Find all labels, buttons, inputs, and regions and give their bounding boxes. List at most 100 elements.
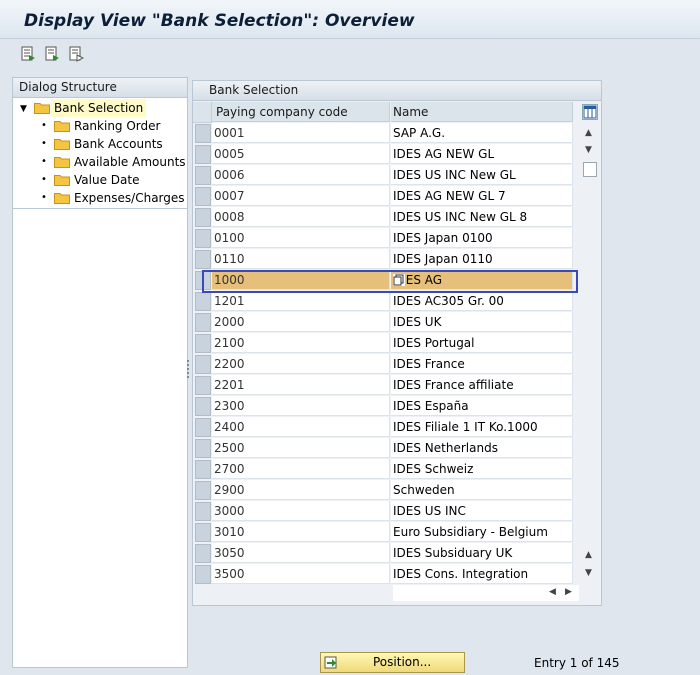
row-selector[interactable]: [195, 208, 211, 227]
cell-name[interactable]: IDES US INC New GL: [391, 165, 573, 185]
row-selector[interactable]: [195, 334, 211, 353]
folder-icon: [54, 174, 70, 186]
cell-company-code[interactable]: 2300: [212, 396, 390, 416]
cell-company-code[interactable]: 3050: [212, 543, 390, 563]
folder-icon: [54, 138, 70, 150]
scroll-left-icon[interactable]: ◀: [549, 587, 556, 597]
row-selector[interactable]: [195, 544, 211, 563]
row-selector[interactable]: [195, 166, 211, 185]
cell-name[interactable]: IDES France affiliate: [391, 375, 573, 395]
horizontal-scrollbar[interactable]: ◀ ▶: [393, 585, 579, 601]
folder-icon: [54, 120, 70, 132]
cell-name[interactable]: Schweden: [391, 480, 573, 500]
row-selector[interactable]: [195, 523, 211, 542]
cell-name[interactable]: IDES AC305 Gr. 00: [391, 291, 573, 311]
panel-splitter[interactable]: [187, 360, 190, 380]
cell-company-code[interactable]: 0007: [212, 186, 390, 206]
bullet-icon: •: [41, 174, 47, 185]
row-selector[interactable]: [195, 418, 211, 437]
row-selector[interactable]: [195, 460, 211, 479]
cell-name[interactable]: IDES AG NEW GL 7: [391, 186, 573, 206]
row-selector[interactable]: [195, 397, 211, 416]
cell-company-code[interactable]: 1201: [212, 291, 390, 311]
position-icon: [324, 656, 338, 669]
table-settings-icon[interactable]: [582, 104, 598, 120]
scroll-right-icon[interactable]: ▶: [565, 587, 572, 597]
cell-company-code[interactable]: 1000: [212, 270, 390, 290]
entry-counter: Entry 1 of 145: [534, 656, 620, 670]
row-selector[interactable]: [195, 565, 211, 584]
vertical-scrollbar[interactable]: ▲ ▼ ▲ ▼: [581, 102, 599, 582]
cell-company-code[interactable]: 0100: [212, 228, 390, 248]
position-button[interactable]: Position...: [320, 652, 465, 673]
dialog-structure-panel: Dialog Structure ▼ Bank Selection • Ranking…: [12, 77, 188, 668]
cell-company-code[interactable]: 2500: [212, 438, 390, 458]
row-selector[interactable]: [195, 187, 211, 206]
cell-company-code[interactable]: 2000: [212, 312, 390, 332]
cell-company-code[interactable]: 2200: [212, 354, 390, 374]
scroll-thumb[interactable]: [583, 162, 597, 177]
tree-node-label: Bank Accounts: [74, 137, 163, 151]
cell-name[interactable]: IDES AG NEW GL: [391, 144, 573, 164]
cell-name[interactable]: IDES AG: [391, 270, 573, 290]
row-selector[interactable]: [195, 481, 211, 500]
deselect-all-icon[interactable]: [68, 46, 84, 62]
cell-company-code[interactable]: 2201: [212, 375, 390, 395]
row-selector[interactable]: [195, 229, 211, 248]
cell-name[interactable]: IDES France: [391, 354, 573, 374]
tree-node-bank-selection[interactable]: ▼ Bank Selection: [13, 99, 185, 117]
cell-company-code[interactable]: 0001: [212, 123, 390, 143]
bullet-icon: •: [41, 192, 47, 203]
cell-name[interactable]: IDES US INC New GL 8: [391, 207, 573, 227]
cell-name[interactable]: IDES Netherlands: [391, 438, 573, 458]
row-selector[interactable]: [195, 271, 211, 290]
cell-name[interactable]: Euro Subsidiary - Belgium: [391, 522, 573, 542]
column-header-name[interactable]: Name: [391, 102, 573, 122]
scroll-up-icon[interactable]: ▲: [585, 128, 592, 138]
cell-company-code[interactable]: 2900: [212, 480, 390, 500]
row-selector[interactable]: [195, 502, 211, 521]
cell-company-code[interactable]: 3500: [212, 564, 390, 584]
cell-name[interactable]: IDES Filiale 1 IT Ko.1000: [391, 417, 573, 437]
cell-name[interactable]: SAP A.G.: [391, 123, 573, 143]
cell-company-code[interactable]: 0006: [212, 165, 390, 185]
page-down-icon[interactable]: ▼: [585, 568, 592, 578]
cell-name[interactable]: IDES Portugal: [391, 333, 573, 353]
cell-company-code[interactable]: 3000: [212, 501, 390, 521]
row-selector[interactable]: [195, 124, 211, 143]
page-title: Display View "Bank Selection": Overview: [24, 11, 415, 31]
cell-company-code[interactable]: 2400: [212, 417, 390, 437]
cell-name[interactable]: IDES España: [391, 396, 573, 416]
row-selector[interactable]: [195, 439, 211, 458]
toolbar: [0, 40, 700, 70]
cell-company-code[interactable]: 0110: [212, 249, 390, 269]
cell-name[interactable]: IDES Schweiz: [391, 459, 573, 479]
cell-name[interactable]: IDES US INC: [391, 501, 573, 521]
select-all-icon[interactable]: [20, 46, 36, 62]
cell-name[interactable]: IDES UK: [391, 312, 573, 332]
row-selector[interactable]: [195, 292, 211, 311]
cell-company-code[interactable]: 0008: [212, 207, 390, 227]
scroll-down-icon[interactable]: ▼: [585, 145, 592, 155]
bullet-icon: •: [41, 138, 47, 149]
cell-company-code[interactable]: 2700: [212, 459, 390, 479]
cell-company-code[interactable]: 3010: [212, 522, 390, 542]
title-bar: Display View "Bank Selection": Overview: [0, 0, 700, 39]
cell-name[interactable]: IDES Subsiduary UK: [391, 543, 573, 563]
cell-company-code[interactable]: 0005: [212, 144, 390, 164]
cell-name[interactable]: IDES Cons. Integration: [391, 564, 573, 584]
row-selector[interactable]: [195, 376, 211, 395]
select-all-header[interactable]: [193, 102, 212, 123]
table-title: Bank Selection: [193, 81, 601, 101]
column-header-code[interactable]: Paying company code: [212, 102, 390, 122]
row-selector[interactable]: [195, 355, 211, 374]
cell-name[interactable]: IDES Japan 0100: [391, 228, 573, 248]
cell-company-code[interactable]: 2100: [212, 333, 390, 353]
row-selector[interactable]: [195, 145, 211, 164]
select-block-icon[interactable]: [44, 46, 60, 62]
expand-triangle-icon[interactable]: ▼: [20, 100, 27, 118]
row-selector[interactable]: [195, 250, 211, 269]
page-up-icon[interactable]: ▲: [585, 550, 592, 560]
cell-name[interactable]: IDES Japan 0110: [391, 249, 573, 269]
row-selector[interactable]: [195, 313, 211, 332]
